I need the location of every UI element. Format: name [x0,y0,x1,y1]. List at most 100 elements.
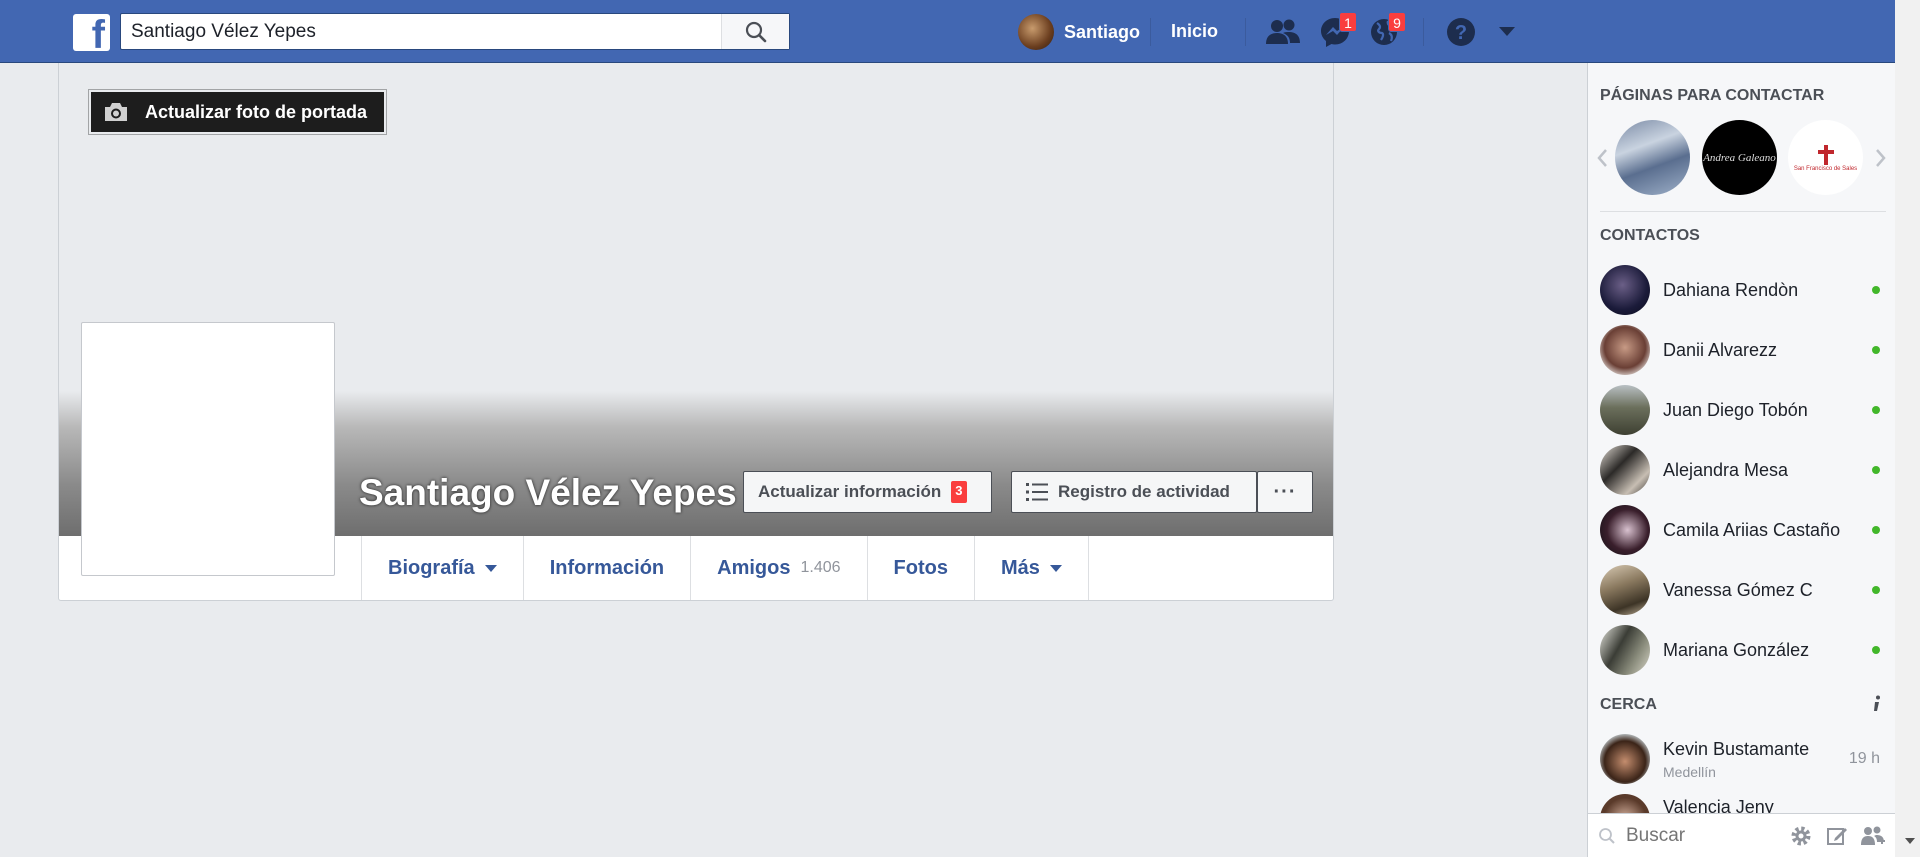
avatar [1600,385,1650,435]
contacts-heading: CONTACTOS [1600,227,1700,244]
divider [1245,18,1246,46]
search-icon [1599,827,1615,844]
avatar [1018,14,1054,50]
camera-icon [105,103,127,121]
friends-icon [1266,19,1300,44]
chevron-left-icon[interactable] [1596,148,1608,168]
facebook-logo[interactable]: f [73,14,110,51]
notifications-badge: 9 [1388,12,1406,32]
contact-item[interactable]: Camila Ariias Castaño [1600,504,1886,556]
more-options-button[interactable]: ··· [1257,471,1313,513]
online-indicator [1872,466,1880,474]
messages-badge: 1 [1339,12,1357,32]
contact-name: Alejandra Mesa [1663,459,1789,480]
caret-down-icon [1499,27,1515,36]
contact-name: Vanessa Gómez C [1663,579,1813,600]
avatar [1600,734,1650,784]
contact-name: Kevin Bustamante [1663,738,1810,759]
cross-logo-icon [1817,144,1834,165]
divider [1600,211,1886,212]
nav-user-name: Santiago [1064,21,1141,42]
contact-item[interactable]: Vanessa Gómez C [1600,564,1886,616]
list-icon [1026,483,1048,501]
page-avatar[interactable] [1615,120,1690,195]
page-logo-text: San Francisco de Sales [1793,165,1858,172]
tab-more[interactable]: Más [973,536,1089,600]
contact-item[interactable]: Alejandra Mesa [1600,444,1886,496]
caret-down-icon [484,564,497,572]
tab-about-label: Información [549,556,665,579]
online-indicator [1872,346,1880,354]
nearby-heading: CERCA [1600,696,1657,713]
chat-search-bar [1588,813,1895,857]
tab-friends[interactable]: Amigos 1.406 [690,536,866,600]
tab-photos-label: Fotos [893,556,948,579]
update-cover-label: Actualizar foto de portada [145,101,368,122]
profile-name[interactable]: Santiago Vélez Yepes [359,472,737,514]
pages-carousel: Andrea Galeano San Francisco de Sales [1588,120,1895,196]
logo-letter: f [91,14,105,51]
contact-location: Medellín [1663,763,1716,780]
contact-name: Juan Diego Tobón [1663,399,1808,420]
activity-log-button[interactable]: Registro de actividad [1011,471,1257,513]
online-indicator [1872,406,1880,414]
activity-log-label: Registro de actividad [1058,482,1230,501]
home-link[interactable]: Inicio [1171,21,1218,42]
contact-item[interactable]: Juan Diego Tobón [1600,384,1886,436]
contact-name: Camila Ariias Castaño [1663,519,1841,540]
contact-name: Mariana González [1663,639,1810,660]
gear-icon[interactable] [1790,825,1812,847]
tab-more-label: Más [1000,556,1040,579]
help-button[interactable]: ? [1443,16,1479,48]
profile-picture[interactable] [81,322,335,576]
avatar [1600,445,1650,495]
update-cover-photo-button[interactable]: Actualizar foto de portada [89,90,386,134]
chat-sidebar: PÁGINAS PARA CONTACTAR Andrea Galeano Sa… [1587,63,1895,857]
search-button[interactable] [721,14,789,49]
update-info-button[interactable]: Actualizar información 3 [743,471,992,513]
friends-count: 1.406 [800,559,841,576]
top-navigation-bar: f Santiago Inicio 1 9 ? [0,0,1895,63]
avatar [1600,625,1650,675]
avatar [1600,325,1650,375]
avatar [1600,265,1650,315]
search-input[interactable] [121,14,721,49]
more-dots-icon: ··· [1273,480,1297,503]
chevron-right-icon[interactable] [1875,148,1887,168]
compose-icon[interactable] [1826,825,1848,847]
update-info-badge: 3 [951,481,967,503]
last-active-time: 19 h [1848,750,1880,767]
help-icon: ? [1447,18,1475,46]
contact-item[interactable]: Danii Alvarezz [1600,324,1886,376]
account-menu-button[interactable] [1489,16,1525,48]
caret-down-icon [1049,564,1062,572]
online-indicator [1872,646,1880,654]
notifications-button[interactable]: 9 [1366,12,1406,48]
chat-search-input[interactable] [1626,824,1786,847]
contact-name: Danii Alvarezz [1663,339,1778,360]
avatar [1600,565,1650,615]
update-info-label: Actualizar información [758,482,942,501]
search-icon [745,21,766,42]
svg-text:?: ? [1455,22,1467,44]
page-scrollbar[interactable] [1895,0,1920,857]
tab-photos[interactable]: Fotos [866,536,974,600]
info-icon[interactable] [1872,695,1882,713]
search-box [120,13,790,50]
scroll-down-arrow-icon[interactable] [1905,838,1915,844]
messages-button[interactable]: 1 [1317,12,1357,48]
new-group-icon[interactable] [1860,825,1886,847]
tab-about[interactable]: Información [522,536,690,600]
nav-profile-link[interactable]: Santiago [1018,14,1140,50]
tab-timeline[interactable]: Biografía [361,536,523,600]
nearby-item[interactable]: Kevin Bustamante Medellín 19 h [1600,733,1886,785]
tab-timeline-label: Biografía [388,556,475,579]
contact-item[interactable]: Mariana González [1600,624,1886,676]
online-indicator [1872,286,1880,294]
contact-item[interactable]: Dahiana Rendòn [1600,264,1886,316]
tab-friends-label: Amigos [717,556,791,579]
online-indicator [1872,586,1880,594]
friend-requests-button[interactable] [1265,16,1301,48]
page-avatar[interactable]: San Francisco de Sales [1788,120,1863,195]
page-avatar[interactable]: Andrea Galeano [1702,120,1777,195]
